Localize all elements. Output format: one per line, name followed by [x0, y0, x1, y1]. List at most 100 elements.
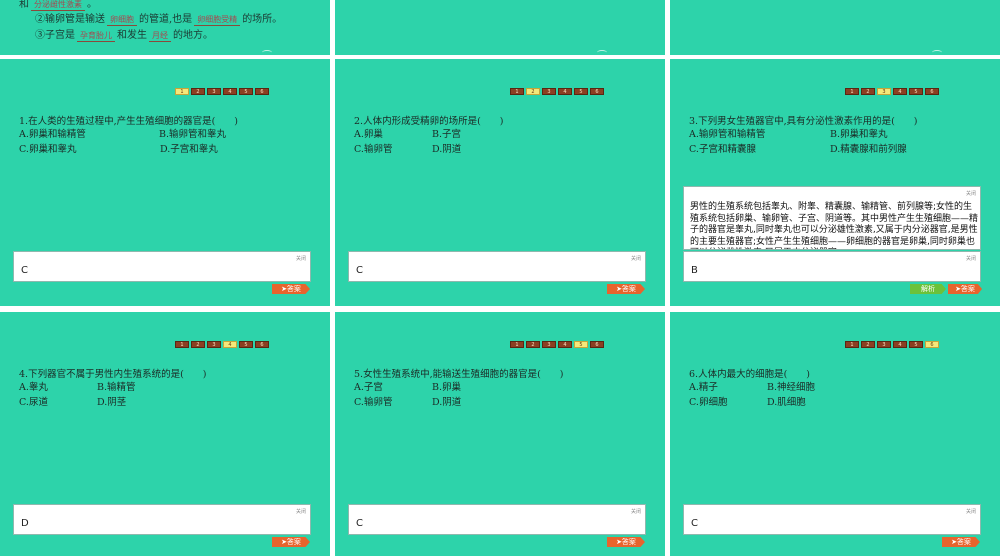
option-a: A.卵巢 [354, 129, 383, 140]
page-button-4[interactable]: 4 [223, 341, 237, 348]
page-button-1[interactable]: 1 [845, 88, 859, 95]
option-c: C.输卵管 [354, 144, 393, 155]
page-button-3[interactable]: 3 [877, 88, 891, 95]
note-line-3: ③子宫是 孕育胎儿 和发生 月经 的地方。 [35, 26, 213, 42]
page-button-3[interactable]: 3 [877, 341, 891, 348]
answer-button[interactable]: ➤答案 [948, 284, 982, 294]
fill-blank: 月经 [149, 31, 171, 42]
note-text: ②输卵管是输送 [35, 14, 105, 25]
option-d: D.肌细胞 [767, 397, 806, 408]
answer-button[interactable]: ➤答案 [607, 537, 645, 547]
option-c: C.子宫和精囊腺 [689, 144, 756, 155]
option-d: D.阴茎 [97, 397, 127, 408]
answer-panel: 关闭 D [13, 504, 311, 535]
page-button-6[interactable]: 6 [255, 88, 269, 95]
option-c: C.卵巢和睾丸 [19, 144, 77, 155]
page-button-5[interactable]: 5 [574, 341, 588, 348]
page-button-2[interactable]: 2 [526, 88, 540, 95]
page-button-2[interactable]: 2 [191, 88, 205, 95]
page-button-3[interactable]: 3 [542, 88, 556, 95]
page-button-6[interactable]: 6 [590, 88, 604, 95]
page-button-4[interactable]: 4 [893, 88, 907, 95]
option-b: B.卵巢 [432, 382, 462, 393]
option-d: D.精囊腺和前列腺 [830, 144, 907, 155]
question-slide-2: 1 2 3 4 5 6 2.人体内形成受精卵的场所是( ) A.卵巢 B.子宫 … [335, 59, 665, 306]
answer-button[interactable]: ➤答案 [942, 537, 980, 547]
page-button-5[interactable]: 5 [909, 341, 923, 348]
page-button-4[interactable]: 4 [558, 341, 572, 348]
page-button-5[interactable]: 5 [239, 88, 253, 95]
page-button-1[interactable]: 1 [175, 341, 189, 348]
page-button-2[interactable]: 2 [191, 341, 205, 348]
slide-top-right [670, 0, 1000, 55]
answer-panel: 关闭 B [683, 251, 981, 282]
page-nav: 1 2 3 4 5 6 [510, 88, 604, 95]
question-slide-1: 1 2 3 4 5 6 1.在人类的生殖过程中,产生生殖细胞的器官是( ) A.… [0, 59, 330, 306]
page-nav: 1 2 3 4 5 6 [845, 341, 939, 348]
answer-value: C [356, 518, 363, 529]
page-button-3[interactable]: 3 [207, 341, 221, 348]
page-button-4[interactable]: 4 [558, 88, 572, 95]
option-a: A.输卵管和输精管 [689, 129, 766, 140]
explanation-button[interactable]: 解析 [910, 284, 946, 294]
option-a: A.子宫 [354, 382, 383, 393]
close-button[interactable]: 关闭 [296, 255, 306, 262]
close-button[interactable]: 关闭 [631, 508, 641, 515]
page-button-1[interactable]: 1 [175, 88, 189, 95]
note-text: 。 [87, 0, 97, 10]
page-button-2[interactable]: 2 [861, 341, 875, 348]
answer-button[interactable]: ➤答案 [272, 537, 310, 547]
page-nav: 1 2 3 4 5 6 [175, 341, 269, 348]
option-d: D.阴道 [432, 144, 462, 155]
page-button-1[interactable]: 1 [845, 341, 859, 348]
close-button[interactable]: 关闭 [296, 508, 306, 515]
page-button-1[interactable]: 1 [510, 88, 524, 95]
option-a: A.卵巢和输精管 [19, 129, 86, 140]
note-line-2: ②输卵管是输送 卵细胞 的管道,也是 卵细胞受精 的场所。 [35, 10, 282, 26]
close-button[interactable]: 关闭 [966, 508, 976, 515]
question-slide-6: 1 2 3 4 5 6 6.人体内最大的细胞是( ) A.精子 B.神经细胞 C… [670, 312, 1000, 556]
page-button-6[interactable]: 6 [925, 341, 939, 348]
page-button-4[interactable]: 4 [893, 341, 907, 348]
page-button-2[interactable]: 2 [861, 88, 875, 95]
page-curl-icon [597, 50, 607, 55]
answer-value: C [691, 518, 698, 529]
explanation-panel: 关闭 男性的生殖系统包括睾丸、附睾、精囊腺、输精管、前列腺等;女性的生殖系统包括… [683, 186, 981, 250]
answer-button[interactable]: ➤答案 [607, 284, 645, 294]
page-button-3[interactable]: 3 [207, 88, 221, 95]
fill-blank: 卵细胞 [107, 15, 137, 26]
page-curl-icon [932, 50, 942, 55]
answer-value: C [21, 265, 28, 276]
option-c: C.输卵管 [354, 397, 393, 408]
note-text: 的地方。 [173, 30, 213, 41]
page-button-4[interactable]: 4 [223, 88, 237, 95]
page-button-6[interactable]: 6 [590, 341, 604, 348]
answer-panel: 关闭 C [348, 251, 646, 282]
close-button[interactable]: 关闭 [966, 190, 976, 197]
option-a: A.睾丸 [19, 382, 48, 393]
page-button-2[interactable]: 2 [526, 341, 540, 348]
close-button[interactable]: 关闭 [631, 255, 641, 262]
answer-panel: 关闭 C [683, 504, 981, 535]
page-nav: 1 2 3 4 5 6 [510, 341, 604, 348]
option-d: D.阴道 [432, 397, 462, 408]
page-button-1[interactable]: 1 [510, 341, 524, 348]
question-slide-4: 1 2 3 4 5 6 4.下列器官不属于男性内生殖系统的是( ) A.睾丸 B… [0, 312, 330, 556]
note-text: 的管道,也是 [139, 14, 193, 25]
page-button-5[interactable]: 5 [909, 88, 923, 95]
note-text: 和发生 [117, 30, 147, 41]
page-button-3[interactable]: 3 [542, 341, 556, 348]
answer-value: B [691, 265, 698, 276]
page-nav: 1 2 3 4 5 6 [845, 88, 939, 95]
fill-blank: 孕育胎儿 [77, 31, 115, 42]
option-d: D.子宫和睾丸 [160, 144, 218, 155]
option-b: B.卵巢和睾丸 [830, 129, 888, 140]
option-c: C.尿道 [19, 397, 48, 408]
page-button-6[interactable]: 6 [255, 341, 269, 348]
note-text: 和 [19, 0, 29, 10]
page-button-5[interactable]: 5 [574, 88, 588, 95]
page-button-6[interactable]: 6 [925, 88, 939, 95]
answer-button[interactable]: ➤答案 [272, 284, 310, 294]
close-button[interactable]: 关闭 [966, 255, 976, 262]
page-button-5[interactable]: 5 [239, 341, 253, 348]
